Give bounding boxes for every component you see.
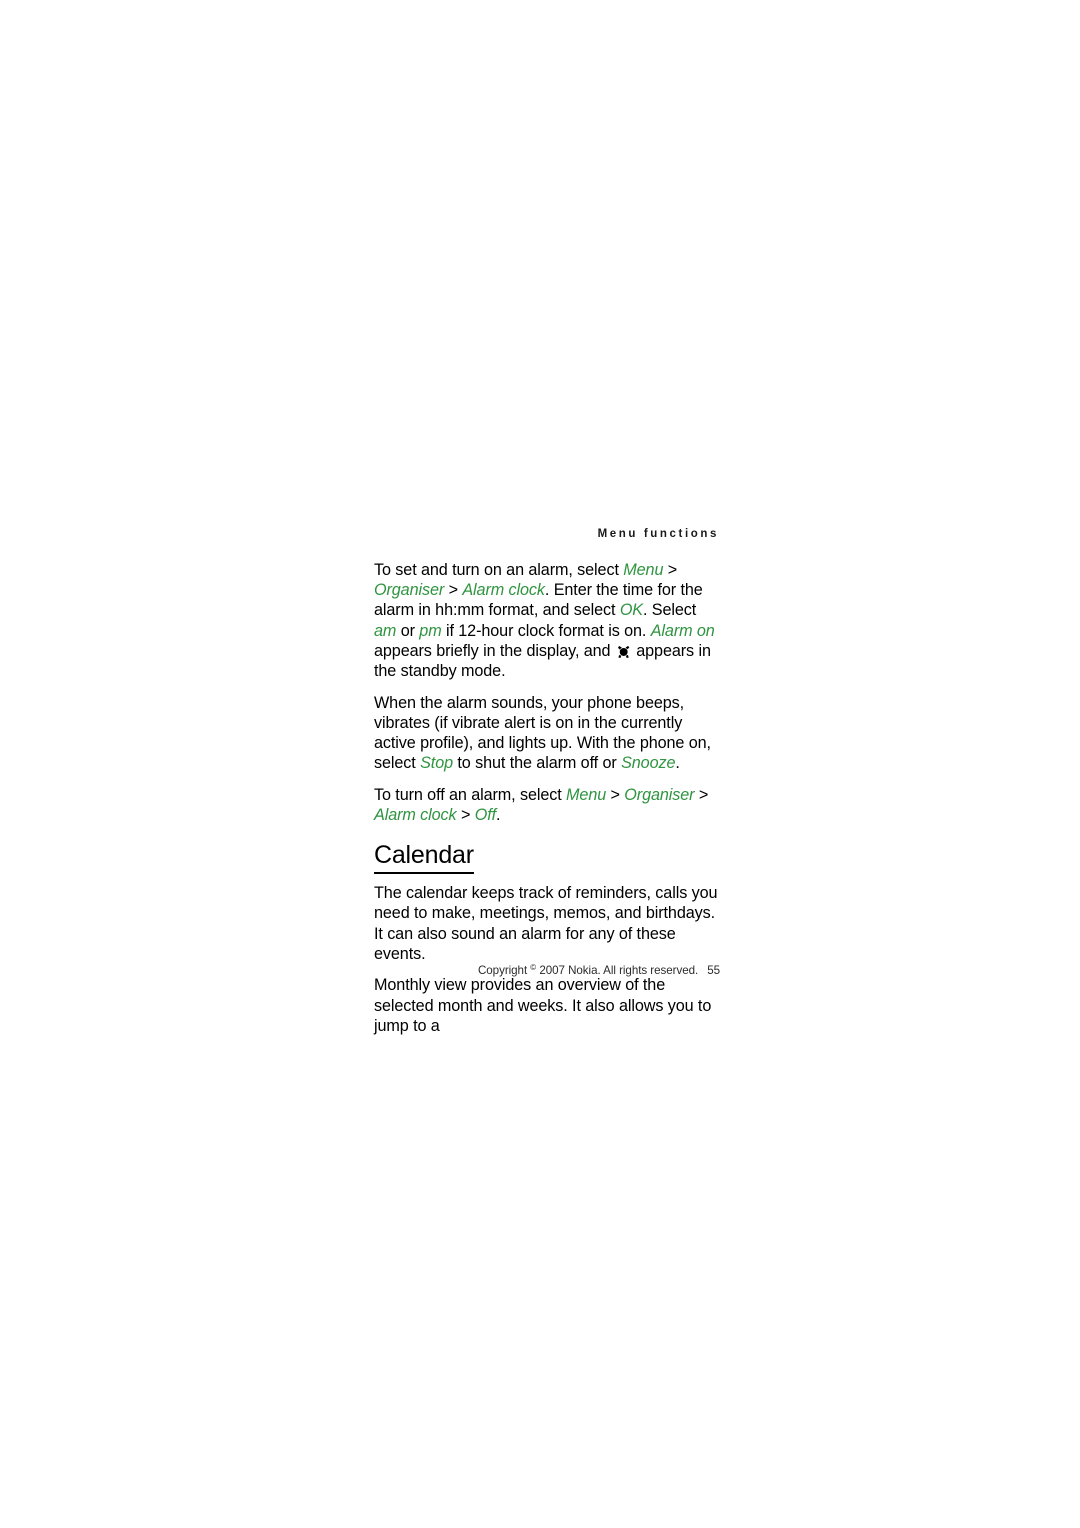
body-text: To turn off an alarm, select — [374, 785, 567, 804]
ui-term: OK — [619, 601, 644, 620]
alarm-clock-icon — [617, 645, 630, 658]
page-title: Calendar — [374, 841, 720, 875]
ui-term: am — [374, 621, 397, 640]
ui-term: Organiser — [624, 785, 695, 804]
body-text: if 12-hour clock format is on. — [441, 621, 651, 640]
ui-term: pm — [419, 621, 442, 640]
calendar-paragraphs: The calendar keeps track of reminders, c… — [374, 883, 720, 1036]
ui-term: Menu — [566, 785, 607, 804]
ui-term: Alarm clock — [462, 581, 545, 600]
ui-term: Snooze — [621, 754, 676, 773]
paragraph-calendar-intro: The calendar keeps track of reminders, c… — [374, 883, 720, 964]
page-number: 55 — [707, 964, 720, 977]
copyright-suffix: 2007 Nokia. All rights reserved. — [536, 964, 699, 977]
paragraph-set-alarm: To set and turn on an alarm, select Menu… — [374, 560, 720, 682]
paragraph-monthly-view: Monthly view provides an overview of the… — [374, 975, 720, 1036]
body-text: Monthly view provides an overview of the… — [374, 976, 712, 1035]
body-text: to shut the alarm off or — [453, 754, 622, 773]
paragraph-alarm-sounds: When the alarm sounds, your phone beeps,… — [374, 693, 720, 774]
paragraph-turn-off-alarm: To turn off an alarm, select Menu > Orga… — [374, 785, 720, 826]
alarm-paragraphs: To set and turn on an alarm, select Menu… — [374, 560, 720, 826]
body-text: appears briefly in the display, and — [374, 641, 615, 660]
running-header: Menu functions — [597, 528, 719, 540]
ui-term: Stop — [420, 754, 453, 773]
body-text: . — [675, 754, 680, 773]
copyright-notice: Copyright © 2007 Nokia. All rights reser… — [477, 963, 699, 977]
body-text: or — [396, 621, 420, 640]
menu-separator: > — [456, 806, 475, 825]
menu-separator: > — [694, 785, 709, 804]
ui-term: Alarm on — [650, 621, 715, 640]
copyright-prefix: Copyright — [477, 964, 531, 977]
page-footer: Copyright © 2007 Nokia. All rights reser… — [374, 963, 720, 978]
body-text: . Select — [643, 601, 697, 620]
menu-separator: > — [606, 785, 625, 804]
section-heading-text: Calendar — [374, 841, 474, 875]
body-text: . — [496, 806, 501, 825]
ui-term: Off — [474, 806, 497, 825]
body-text: The calendar keeps track of reminders, c… — [374, 884, 718, 963]
menu-separator: > — [444, 581, 463, 600]
ui-term: Organiser — [374, 581, 445, 600]
ui-term: Alarm clock — [374, 806, 457, 825]
ui-term: Menu — [623, 560, 664, 579]
menu-separator: > — [663, 560, 678, 579]
body-text: To set and turn on an alarm, select — [374, 560, 624, 579]
